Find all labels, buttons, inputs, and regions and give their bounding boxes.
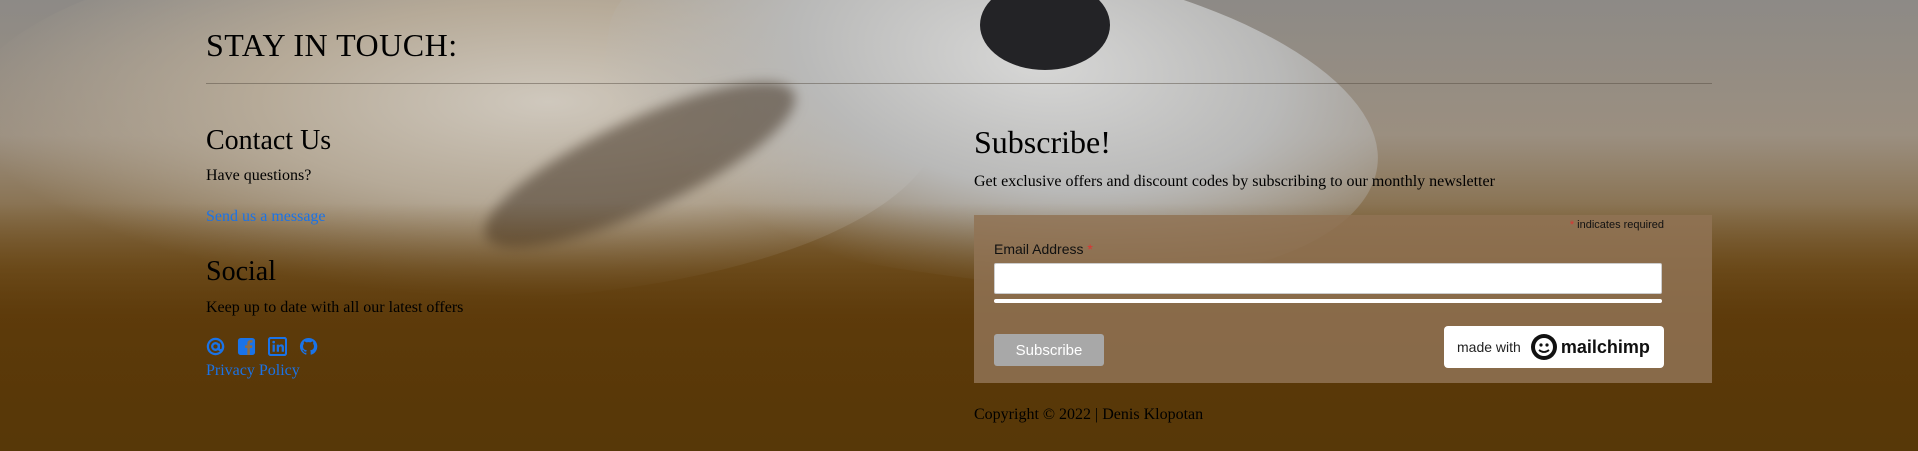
privacy-policy-link[interactable]: Privacy Policy — [206, 362, 300, 380]
send-message-link[interactable]: Send us a message — [206, 208, 326, 226]
subscribe-form: * indicates required Email Address * Sub… — [974, 215, 1712, 383]
divider — [206, 83, 1712, 84]
badge-brand: mailchimp — [1560, 336, 1650, 357]
email-field-underline — [994, 299, 1662, 303]
contact-title: Contact Us — [206, 125, 332, 156]
footer-container: STAY IN TOUCH: Contact Us Have questions… — [206, 0, 1712, 451]
required-note-text: indicates required — [1577, 219, 1664, 231]
subscribe-title: Subscribe! — [974, 124, 1111, 160]
badge-made-with: made with — [1457, 339, 1521, 355]
required-star: * — [1569, 219, 1575, 231]
mailchimp-logo-icon — [1529, 332, 1559, 362]
email-label: Email Address * — [994, 241, 1093, 257]
email-field[interactable] — [994, 263, 1662, 294]
at-icon[interactable] — [206, 337, 225, 356]
linkedin-icon[interactable] — [268, 337, 287, 356]
email-required-star: * — [1087, 241, 1093, 257]
copyright: Copyright © 2022 | Denis Klopotan — [974, 406, 1204, 423]
facebook-icon[interactable] — [237, 337, 256, 356]
social-title: Social — [206, 256, 276, 287]
contact-question: Have questions? — [206, 167, 312, 184]
social-icons — [206, 337, 318, 356]
subscribe-description: Get exclusive offers and discount codes … — [974, 173, 1495, 190]
section-title: STAY IN TOUCH: — [206, 27, 458, 63]
social-text: Keep up to date with all our latest offe… — [206, 299, 464, 316]
mailchimp-badge[interactable]: made with mailchimp — [1444, 326, 1664, 368]
email-label-text: Email Address — [994, 241, 1084, 257]
subscribe-button[interactable]: Subscribe — [994, 334, 1104, 366]
required-note: * indicates required — [1570, 219, 1664, 231]
github-icon[interactable] — [299, 337, 318, 356]
